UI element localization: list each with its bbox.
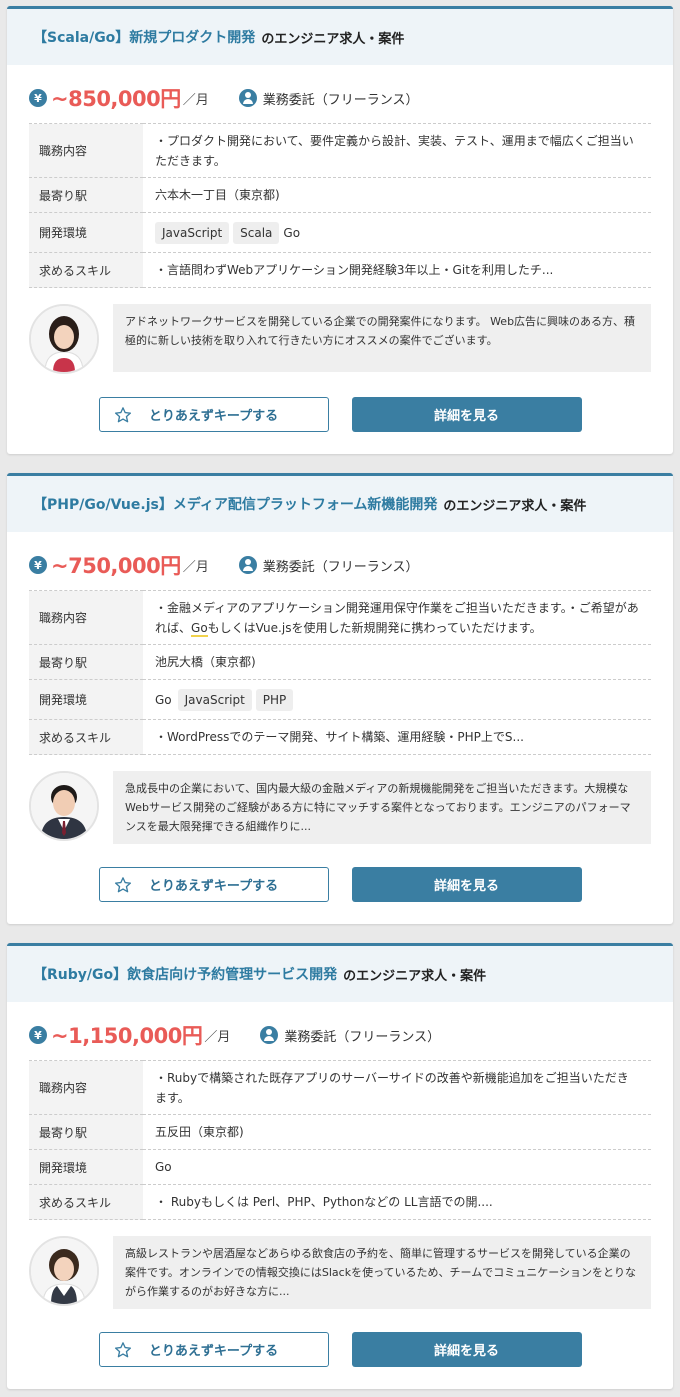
job-title-suffix: のエンジニア求人・案件 [261, 31, 405, 47]
row-label: 職務内容 [29, 1060, 143, 1115]
star-icon [114, 877, 131, 893]
skills-value: ・ Rubyもしくは Perl、PHP、Pythonなどの LL言語での開...… [155, 1195, 493, 1209]
comment-row: 高級レストランや居酒屋などあらゆる飲食店の予約を、簡単に管理するサービスを開発し… [29, 1236, 651, 1309]
pay-row: ¥ ~1,150,000円 ／月 業務委託（フリーランス） [29, 1020, 651, 1050]
job-card: 【Ruby/Go】飲食店向け予約管理サービス開発 のエンジニア求人・案件 ¥ ~… [7, 943, 673, 1389]
skills-value: ・言語問わずWebアプリケーション開発経験3年以上・Gitを利用したチ... [155, 263, 554, 277]
pay-amount: ~750,000円 [51, 554, 181, 578]
row-label: 最寄り駅 [29, 644, 143, 680]
avatar [29, 304, 99, 374]
comment-bubble: 急成長中の企業において、国内最大級の金融メディアの新規機能開発をご担当いただきま… [113, 771, 651, 844]
detail-button[interactable]: 詳細を見る [351, 867, 582, 902]
contract-type: 業務委託（フリーランス） [238, 89, 419, 108]
job-title-link[interactable]: 【Ruby/Go】飲食店向け予約管理サービス開発 [33, 964, 337, 984]
contract-type: 業務委託（フリーランス） [260, 1026, 440, 1045]
row-label: 求めるスキル [29, 719, 143, 755]
avatar [29, 1236, 99, 1306]
keep-button[interactable]: とりあえずキープする [98, 1332, 329, 1367]
job-title-link[interactable]: 【PHP/Go/Vue.js】メディア配信プラットフォーム新機能開発 [33, 494, 437, 514]
detail-button[interactable]: 詳細を見る [351, 1332, 582, 1367]
comment-row: アドネットワークサービスを開発している企業での開発案件になります。 Web広告に… [29, 304, 651, 374]
env-tag: Scala [233, 221, 280, 244]
job-card: 【PHP/Go/Vue.js】メディア配信プラットフォーム新機能開発 のエンジニ… [7, 473, 673, 924]
pay-row: ¥ ~750,000円 ／月 業務委託（フリーランス） [29, 550, 651, 580]
keep-button[interactable]: とりあえずキープする [98, 867, 329, 902]
job-card: 【Scala/Go】新規プロダクト開発 のエンジニア求人・案件 ¥ ~850,0… [7, 6, 673, 454]
row-label: 求めるスキル [29, 252, 143, 288]
yen-icon: ¥ [29, 89, 47, 107]
job-info-table: 職務内容 ・金融メディアのアプリケーション開発運用保守作業をご担当いただきます。… [29, 590, 651, 755]
person-icon [260, 1026, 279, 1044]
env-tag: Go [155, 692, 172, 707]
job-title-bar: 【Scala/Go】新規プロダクト開発 のエンジニア求人・案件 [7, 9, 673, 65]
pay-amount: ~850,000円 [51, 87, 181, 111]
env-tag: PHP [255, 688, 294, 711]
station-value: 六本木一丁目（東京都) [155, 188, 280, 202]
job-title-bar: 【Ruby/Go】飲食店向け予約管理サービス開発 のエンジニア求人・案件 [7, 946, 673, 1002]
yen-icon: ¥ [29, 1026, 47, 1044]
job-title-bar: 【PHP/Go/Vue.js】メディア配信プラットフォーム新機能開発 のエンジニ… [7, 476, 673, 532]
env-tag: JavaScript [155, 221, 230, 244]
row-label: 最寄り駅 [29, 1114, 143, 1150]
contract-label: 業務委託（フリーランス） [262, 92, 419, 108]
keep-label: とりあえずキープする [148, 409, 279, 424]
job-list: 【Scala/Go】新規プロダクト開発 のエンジニア求人・案件 ¥ ~850,0… [0, 0, 680, 1389]
duties-value: ・Rubyで構築された既存アプリのサーバーサイドの改善や新機能追加をご担当いただ… [155, 1070, 629, 1105]
row-label: 開発環境 [29, 1149, 143, 1185]
star-icon [114, 1342, 131, 1358]
star-icon [114, 407, 131, 423]
job-title-link[interactable]: 【Scala/Go】新規プロダクト開発 [33, 27, 255, 47]
contract-type: 業務委託（フリーランス） [238, 556, 419, 575]
person-icon [238, 89, 257, 107]
row-label: 開発環境 [29, 679, 143, 720]
keep-label: とりあえずキープする [148, 879, 279, 894]
pay-period: ／月 [182, 92, 209, 108]
detail-button[interactable]: 詳細を見る [351, 397, 582, 432]
row-label: 職務内容 [29, 123, 143, 178]
contract-label: 業務委託（フリーランス） [284, 1029, 441, 1045]
row-label: 職務内容 [29, 590, 143, 645]
env-tag: Go [155, 1160, 172, 1174]
env-value: Go [143, 1150, 651, 1185]
station-value: 池尻大橋（東京都) [155, 655, 256, 669]
avatar [29, 771, 99, 841]
person-icon [238, 556, 257, 574]
row-label: 最寄り駅 [29, 177, 143, 213]
env-tag: JavaScript [177, 688, 252, 711]
skills-value: ・WordPressでのテーマ開発、サイト構築、運用経験・PHP上でS... [155, 730, 524, 744]
keep-button[interactable]: とりあえずキープする [98, 397, 329, 432]
job-title-suffix: のエンジニア求人・案件 [343, 968, 487, 984]
env-tag: Go [283, 225, 301, 240]
duties-value: ・金融メディアのアプリケーション開発運用保守作業をご担当いただきます。・ご希望が… [155, 600, 639, 637]
pay-period: ／月 [204, 1029, 231, 1045]
yen-icon: ¥ [29, 556, 47, 574]
job-title-suffix: のエンジニア求人・案件 [443, 498, 587, 514]
contract-label: 業務委託（フリーランス） [262, 559, 419, 575]
job-info-table: 職務内容 ・Rubyで構築された既存アプリのサーバーサイドの改善や新機能追加をご担… [29, 1060, 651, 1220]
station-value: 五反田（東京都) [155, 1125, 244, 1139]
comment-row: 急成長中の企業において、国内最大級の金融メディアの新規機能開発をご担当いただきま… [29, 771, 651, 844]
pay-amount: ~1,150,000円 [51, 1024, 203, 1048]
row-label: 開発環境 [29, 212, 143, 253]
row-label: 求めるスキル [29, 1184, 143, 1220]
env-value: Go JavaScript PHP [143, 680, 651, 720]
keep-label: とりあえずキープする [148, 1344, 279, 1359]
duties-value: ・プロダクト開発において、要件定義から設計、実装、テスト、運用まで幅広くご担当い… [155, 133, 634, 168]
comment-bubble: アドネットワークサービスを開発している企業での開発案件になります。 Web広告に… [113, 304, 651, 372]
comment-bubble: 高級レストランや居酒屋などあらゆる飲食店の予約を、簡単に管理するサービスを開発し… [113, 1236, 651, 1309]
job-info-table: 職務内容 ・プロダクト開発において、要件定義から設計、実装、テスト、運用まで幅広く… [29, 123, 651, 288]
pay-row: ¥ ~850,000円 ／月 業務委託（フリーランス） [29, 83, 651, 113]
env-value: JavaScript Scala Go [143, 213, 651, 253]
highlight-term: Go [191, 620, 208, 637]
pay-period: ／月 [182, 559, 209, 575]
